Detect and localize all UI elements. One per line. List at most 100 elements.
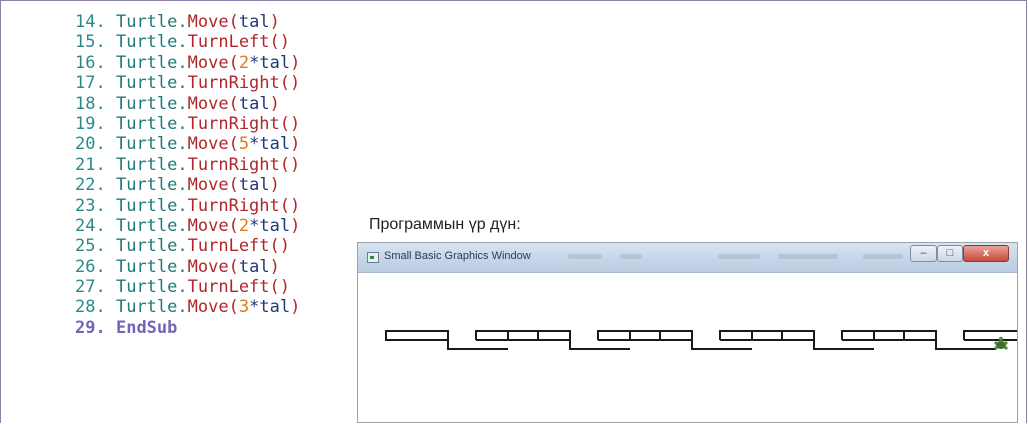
code-listing: 14. Turtle.Move(tal) 15. Turtle.TurnLeft(… [75,12,300,338]
code-method: Move [187,93,229,114]
code-keyword: EndSub [115,317,178,338]
code-line: 19. Turtle.TurnRight() [75,114,300,134]
code-dot: . [177,175,188,196]
code-line: 26. Turtle.Move(tal) [75,257,300,277]
turtle-icon [994,336,1008,350]
code-operator: * [249,215,260,236]
code-paren: ) [290,134,301,155]
code-paren: () [269,236,291,257]
graphics-window-titlebar[interactable]: Small Basic Graphics Window – □ x [358,243,1017,273]
code-argument: tal [259,215,291,236]
code-object: Turtle [115,52,178,73]
graphics-window-title: Small Basic Graphics Window [384,250,531,262]
code-dot: . [177,93,188,114]
code-paren: () [279,73,301,94]
code-dot: . [177,154,188,175]
code-paren: () [279,154,301,175]
titlebar-blur [718,254,760,259]
code-paren: ) [269,256,280,277]
code-paren: ( [228,175,239,196]
line-number: 16. [75,52,106,73]
line-number: 28. [75,297,106,318]
code-line: 17. Turtle.TurnRight() [75,73,300,93]
titlebar-blur [568,254,602,259]
line-number: 21. [75,154,106,175]
code-paren: ( [228,12,239,32]
code-argument: tal [238,93,270,114]
close-button[interactable]: x [963,245,1009,262]
code-paren: ( [228,52,239,73]
code-paren: ( [228,256,239,277]
code-method: Move [187,297,229,318]
code-method: Move [187,134,229,155]
code-paren: ) [290,52,301,73]
code-argument: tal [259,297,291,318]
code-dot: . [177,12,188,32]
code-dot: . [177,236,188,257]
titlebar-blur [863,254,903,259]
code-paren: ) [269,93,280,114]
code-paren: () [279,195,301,216]
minimize-button[interactable]: – [910,245,937,262]
line-number: 20. [75,134,106,155]
code-literal: 5 [238,134,250,155]
code-line: 18. Turtle.Move(tal) [75,94,300,114]
code-argument: tal [238,12,270,32]
line-number: 18. [75,93,106,114]
code-argument: tal [238,175,270,196]
line-number: 29. [75,317,106,338]
code-line: 25. Turtle.TurnLeft() [75,236,300,256]
code-object: Turtle [115,134,178,155]
code-method: Move [187,12,229,32]
code-method: Move [187,215,229,236]
code-object: Turtle [115,297,178,318]
code-dot: . [177,215,188,236]
code-method: Move [187,52,229,73]
code-object: Turtle [115,73,178,94]
code-method: TurnRight [187,154,280,175]
code-dot: . [177,195,188,216]
code-paren: ) [269,12,280,32]
code-operator: * [249,297,260,318]
result-label: Программын үр дүн: [369,216,521,233]
maximize-button[interactable]: □ [937,245,963,262]
code-dot: . [177,73,188,94]
code-line: 14. Turtle.Move(tal) [75,12,300,32]
code-dot: . [177,256,188,277]
line-number: 14. [75,12,106,32]
code-object: Turtle [115,277,178,298]
line-number: 26. [75,256,106,277]
code-line: 16. Turtle.Move(2*tal) [75,53,300,73]
code-line: 21. Turtle.TurnRight() [75,155,300,175]
code-paren: ( [228,93,239,114]
code-operator: * [249,52,260,73]
code-paren: ) [290,297,301,318]
code-method: TurnLeft [187,32,270,53]
code-paren: ) [290,215,301,236]
code-object: Turtle [115,236,178,257]
code-object: Turtle [115,154,178,175]
code-line: 28. Turtle.Move(3*tal) [75,297,300,317]
code-object: Turtle [115,113,178,134]
graphics-window: Small Basic Graphics Window – □ x [357,242,1018,423]
code-method: TurnRight [187,73,280,94]
code-dot: . [177,113,188,134]
line-number: 22. [75,175,106,196]
code-method: TurnLeft [187,236,270,257]
code-line: 29. EndSub [75,318,300,338]
code-method: Move [187,256,229,277]
code-dot: . [177,277,188,298]
code-object: Turtle [115,175,178,196]
code-line: 20. Turtle.Move(5*tal) [75,134,300,154]
code-object: Turtle [115,215,178,236]
turtle-canvas [385,330,1017,350]
line-number: 27. [75,277,106,298]
code-paren: ( [228,297,239,318]
code-method: Move [187,175,229,196]
code-dot: . [177,297,188,318]
code-argument: tal [259,134,291,155]
code-line: 27. Turtle.TurnLeft() [75,277,300,297]
line-number: 17. [75,73,106,94]
code-object: Turtle [115,93,178,114]
titlebar-blur [778,254,838,259]
